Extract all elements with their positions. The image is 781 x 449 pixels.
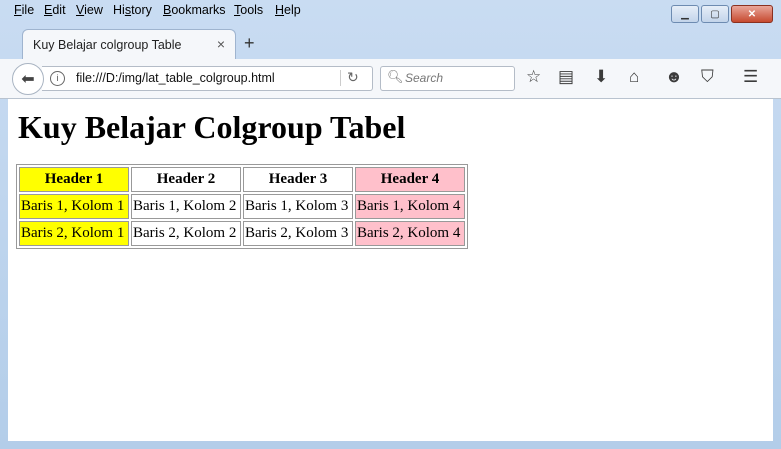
window-controls: ▁ ▢ ✕ (671, 5, 773, 23)
back-arrow-icon[interactable]: ⬅ (12, 63, 44, 95)
menu-help[interactable]: Help (275, 3, 301, 17)
table-header-row: Header 1 Header 2 Header 3 Header 4 (19, 167, 465, 192)
browser-window: File Edit View History Bookmarks Tools H… (0, 0, 781, 449)
clipboard-icon[interactable]: ▤ (558, 67, 574, 87)
url-text[interactable]: file:///D:/img/lat_table_colgroup.html (76, 71, 275, 85)
smiley-icon[interactable]: ☻ (665, 67, 683, 87)
search-icon: 🔍︎ (387, 69, 404, 84)
page-content: Kuy Belajar Colgroup Tabel Header 1 Head… (8, 99, 773, 441)
menu-history[interactable]: History (113, 3, 152, 17)
star-icon[interactable]: ☆ (526, 67, 541, 87)
maximize-icon[interactable]: ▢ (701, 5, 729, 23)
menu-bookmarks[interactable]: Bookmarks (163, 3, 226, 17)
address-bar[interactable]: i file:///D:/img/lat_table_colgroup.html… (42, 66, 373, 91)
new-tab-button[interactable]: + (244, 33, 255, 54)
tab-active[interactable]: Kuy Belajar colgroup Table × (22, 29, 236, 60)
home-icon[interactable]: ⌂ (629, 67, 639, 87)
table-row: Baris 1, Kolom 1 Baris 1, Kolom 2 Baris … (19, 194, 465, 219)
menu-file[interactable]: File (14, 3, 34, 17)
menu-edit[interactable]: Edit (44, 3, 66, 17)
menu-tools[interactable]: Tools (234, 3, 263, 17)
info-icon[interactable]: i (50, 71, 65, 86)
table-cell: Baris 2, Kolom 4 (355, 221, 465, 246)
header-cell: Header 4 (355, 167, 465, 192)
table-cell: Baris 1, Kolom 1 (19, 194, 129, 219)
tab-close-icon[interactable]: × (217, 36, 225, 52)
navigation-toolbar: i file:///D:/img/lat_table_colgroup.html… (0, 59, 781, 99)
table-cell: Baris 2, Kolom 1 (19, 221, 129, 246)
header-cell: Header 1 (19, 167, 129, 192)
header-cell: Header 3 (243, 167, 353, 192)
menu-view[interactable]: View (76, 3, 103, 17)
tab-title: Kuy Belajar colgroup Table (33, 38, 182, 52)
menubar: File Edit View History Bookmarks Tools H… (0, 0, 660, 22)
hamburger-menu-icon[interactable]: ☰ (743, 67, 758, 87)
search-input[interactable]: 🔍︎ Search (380, 66, 515, 91)
header-cell: Header 2 (131, 167, 241, 192)
colgroup-table: Header 1 Header 2 Header 3 Header 4 Bari… (16, 164, 468, 249)
reload-icon[interactable]: ↻ (347, 69, 359, 86)
table-cell: Baris 1, Kolom 3 (243, 194, 353, 219)
table-row: Baris 2, Kolom 1 Baris 2, Kolom 2 Baris … (19, 221, 465, 246)
minimize-icon[interactable]: ▁ (671, 5, 699, 23)
pocket-icon[interactable]: ⛉ (701, 67, 714, 87)
page-title: Kuy Belajar Colgroup Tabel (18, 109, 406, 145)
url-separator (340, 70, 341, 86)
table-cell: Baris 2, Kolom 3 (243, 221, 353, 246)
table-cell: Baris 1, Kolom 4 (355, 194, 465, 219)
table-cell: Baris 1, Kolom 2 (131, 194, 241, 219)
table-cell: Baris 2, Kolom 2 (131, 221, 241, 246)
search-placeholder: Search (405, 71, 444, 85)
download-icon[interactable]: ⬇ (594, 67, 608, 87)
close-icon[interactable]: ✕ (731, 5, 773, 23)
